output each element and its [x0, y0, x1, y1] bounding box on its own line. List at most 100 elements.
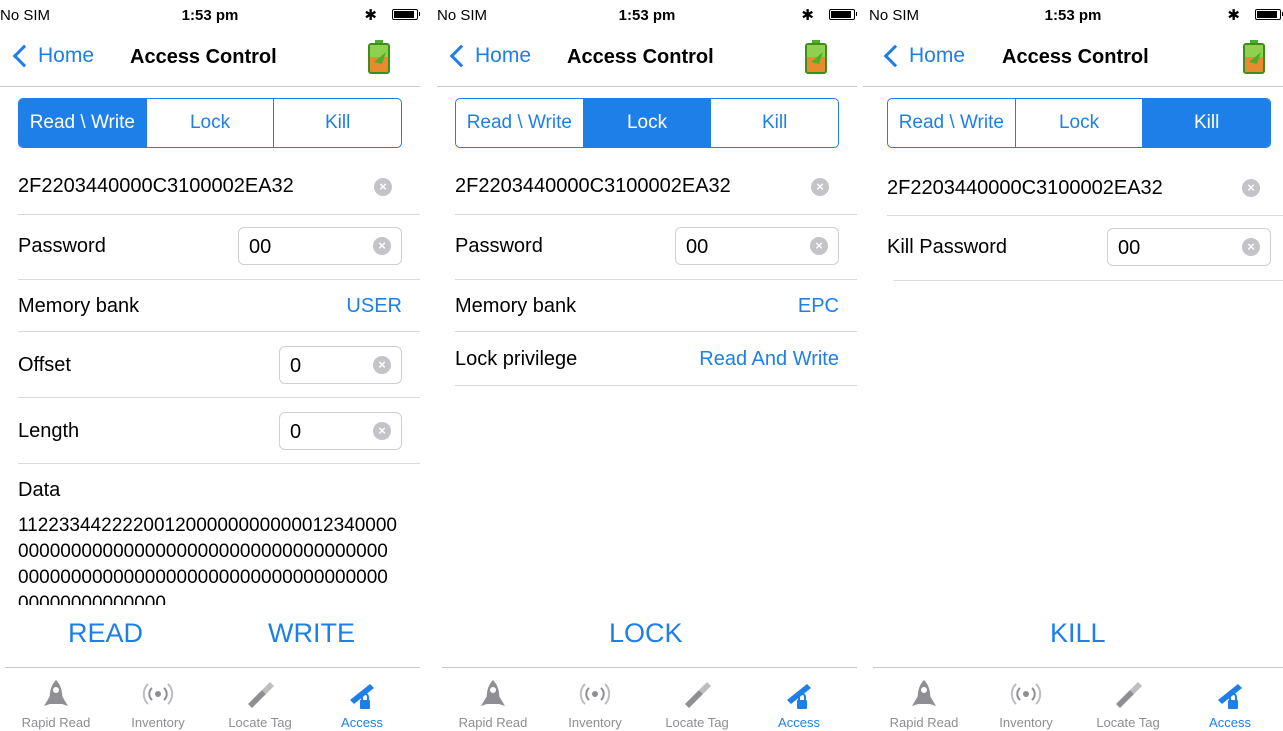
password-input[interactable]: 00 × — [238, 227, 402, 265]
navigation-bar: Home Access Control — [0, 34, 420, 87]
navigation-bar: Home Access Control — [437, 34, 857, 87]
chevron-left-icon — [12, 44, 36, 68]
tab-rapid-read[interactable]: Rapid Read — [5, 668, 107, 731]
access-lock-icon — [350, 684, 374, 709]
screen-lock: No SIM 1:53 pm ✱ Home Access Control Rea… — [437, 0, 857, 731]
write-button[interactable]: WRITE — [268, 618, 355, 649]
divider — [455, 214, 857, 215]
divider — [18, 463, 420, 464]
segment-read-write[interactable]: Read \ Write — [456, 99, 584, 147]
tab-rapid-read[interactable]: Rapid Read — [442, 668, 544, 731]
status-bar: No SIM 1:53 pm ✱ — [0, 0, 420, 34]
chevron-left-icon — [449, 44, 473, 68]
tab-label: Access — [1209, 715, 1251, 730]
lock-button[interactable]: LOCK — [609, 618, 683, 649]
tab-bar: Rapid Read Inventory Locate Tag Access — [442, 667, 857, 731]
status-time: 1:53 pm — [1044, 7, 1102, 24]
clear-kill-password-icon[interactable]: × — [1242, 238, 1260, 256]
segment-lock[interactable]: Lock — [147, 99, 275, 147]
tab-locate-tag[interactable]: Locate Tag — [646, 668, 748, 731]
tab-label: Inventory — [131, 715, 185, 730]
segment-kill[interactable]: Kill — [1143, 99, 1270, 147]
mode-segmented-control: Read \ Write Lock Kill — [455, 98, 839, 148]
back-label: Home — [475, 44, 532, 67]
memory-bank-value[interactable]: EPC — [798, 295, 839, 318]
tab-access[interactable]: Access — [748, 668, 850, 731]
segment-kill[interactable]: Kill — [711, 99, 838, 147]
divider — [455, 331, 857, 332]
divider — [893, 280, 1283, 281]
tab-locate-tag[interactable]: Locate Tag — [209, 668, 311, 731]
read-button[interactable]: READ — [68, 618, 143, 649]
segment-lock[interactable]: Lock — [583, 99, 712, 147]
bluetooth-icon: ✱ — [801, 7, 814, 24]
clear-password-icon[interactable]: × — [810, 237, 828, 255]
status-time: 1:53 pm — [181, 7, 239, 24]
tag-id-field[interactable]: 2F2203440000C3100002EA32 — [887, 177, 1163, 200]
tab-bar: Rapid Read Inventory Locate Tag Access — [5, 667, 420, 731]
reader-battery-icon — [1243, 40, 1265, 74]
tab-label: Inventory — [568, 715, 622, 730]
mode-segmented-control: Read \ Write Lock Kill — [887, 98, 1271, 148]
tab-inventory[interactable]: Inventory — [107, 668, 209, 731]
memory-bank-value[interactable]: USER — [346, 295, 402, 318]
segment-read-write[interactable]: Read \ Write — [888, 99, 1016, 147]
tab-label: Access — [778, 715, 820, 730]
kill-password-input[interactable]: 00 × — [1107, 228, 1271, 266]
tab-label: Rapid Read — [458, 715, 528, 730]
tab-label: Locate Tag — [1096, 715, 1160, 730]
password-label: Password — [18, 235, 106, 257]
clear-length-icon[interactable]: × — [373, 422, 391, 440]
password-value: 00 — [249, 236, 272, 258]
tab-access[interactable]: Access — [1179, 668, 1281, 731]
signal-waves-icon — [1010, 683, 1042, 705]
clear-tag-id-icon[interactable]: × — [374, 178, 392, 196]
clear-password-icon[interactable]: × — [373, 237, 391, 255]
tab-access[interactable]: Access — [311, 668, 413, 731]
kill-password-value: 00 — [1118, 237, 1141, 259]
page-title: Access Control — [1002, 46, 1149, 68]
tab-label: Rapid Read — [889, 715, 959, 730]
access-lock-icon — [1218, 684, 1242, 709]
clear-tag-id-icon[interactable]: × — [1242, 179, 1260, 197]
kill-button[interactable]: KILL — [1050, 618, 1106, 649]
divider — [18, 279, 420, 280]
battery-status-icon — [392, 9, 420, 20]
clear-tag-id-icon[interactable]: × — [811, 178, 829, 196]
rocket-icon — [481, 680, 505, 706]
tab-bar: Rapid Read Inventory Locate Tag Access — [873, 667, 1283, 731]
rocket-icon — [44, 680, 68, 706]
signal-waves-icon — [579, 683, 611, 705]
rocket-icon — [912, 680, 936, 706]
tab-rapid-read[interactable]: Rapid Read — [873, 668, 975, 731]
segment-lock[interactable]: Lock — [1016, 99, 1144, 147]
segment-read-write[interactable]: Read \ Write — [19, 99, 147, 147]
reader-battery-icon — [368, 40, 390, 74]
offset-input[interactable]: 0 × — [279, 346, 402, 384]
back-button[interactable]: Home — [881, 44, 965, 68]
tab-inventory[interactable]: Inventory — [975, 668, 1077, 731]
page-title: Access Control — [130, 46, 277, 68]
divider — [455, 279, 857, 280]
flashlight-icon — [248, 682, 274, 708]
data-textarea[interactable]: 1122334422220012000000000000123400000000… — [18, 513, 398, 605]
tab-inventory[interactable]: Inventory — [544, 668, 646, 731]
tag-id-field[interactable]: 2F2203440000C3100002EA32 — [18, 175, 294, 198]
back-button[interactable]: Home — [10, 44, 94, 68]
offset-label: Offset — [18, 354, 71, 376]
lock-privilege-label: Lock privilege — [455, 348, 578, 370]
clear-offset-icon[interactable]: × — [373, 356, 391, 374]
memory-bank-label: Memory bank — [18, 295, 140, 317]
tag-id-field[interactable]: 2F2203440000C3100002EA32 — [455, 175, 731, 198]
lock-privilege-value[interactable]: Read And Write — [699, 348, 839, 371]
tab-label: Locate Tag — [665, 715, 729, 730]
segment-kill[interactable]: Kill — [274, 99, 401, 147]
tab-locate-tag[interactable]: Locate Tag — [1077, 668, 1179, 731]
reader-battery-icon — [805, 40, 827, 74]
password-label: Password — [455, 235, 543, 257]
back-label: Home — [909, 44, 966, 67]
back-button[interactable]: Home — [447, 44, 531, 68]
memory-bank-label: Memory bank — [455, 295, 577, 317]
length-input[interactable]: 0 × — [279, 412, 402, 450]
password-input[interactable]: 00 × — [675, 227, 839, 265]
